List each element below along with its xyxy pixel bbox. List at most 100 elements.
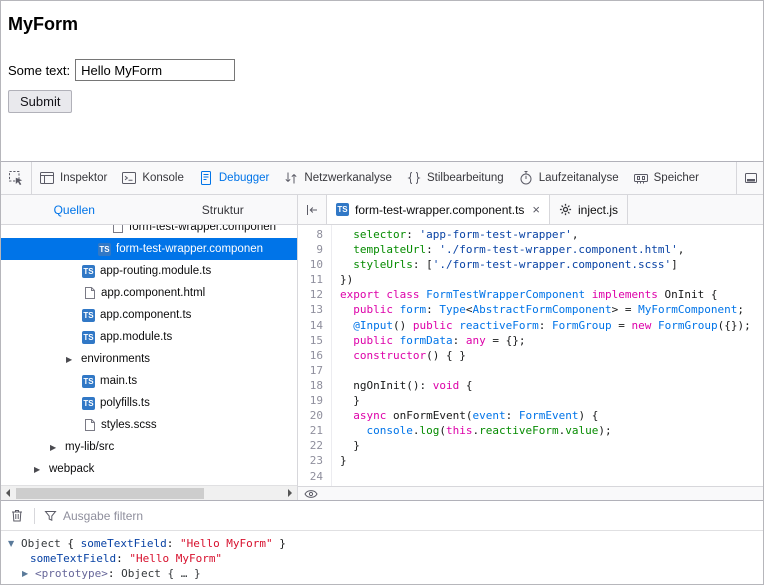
code-token xyxy=(585,288,592,301)
scrollbar-thumb[interactable] xyxy=(16,488,204,499)
console-token: { xyxy=(67,537,80,550)
tree-item-1[interactable]: TSform-test-wrapper.componen xyxy=(0,238,297,260)
console-token: someTextField xyxy=(81,537,167,550)
code-token: : xyxy=(406,228,419,241)
line-number[interactable]: 19 xyxy=(298,393,323,408)
code-token: } xyxy=(340,394,360,407)
devtools-tab-laufzeitanalyse[interactable]: Laufzeitanalyse xyxy=(511,162,626,194)
code-line: } xyxy=(340,453,764,468)
chevron-right-icon: ▶ xyxy=(66,355,76,364)
code-gutter: 89101112131415161718192021222324 xyxy=(298,225,332,486)
source-tab[interactable]: TSform-test-wrapper.component.ts× xyxy=(326,195,550,224)
console-output: ▼Object { someTextField: "Hello MyForm" … xyxy=(0,531,764,585)
devtools-tab-konsole[interactable]: Konsole xyxy=(114,162,191,194)
source-tab-label: form-test-wrapper.component.ts xyxy=(355,203,524,217)
tree-item-3[interactable]: app.component.html xyxy=(0,282,297,304)
source-tab[interactable]: inject.js xyxy=(550,195,628,224)
code-token: new xyxy=(631,319,651,332)
devtools-tab-netzwerkanalyse[interactable]: Netzwerkanalyse xyxy=(276,162,399,194)
code-token: async xyxy=(353,409,386,422)
chevron-right-icon: ▶ xyxy=(50,443,60,452)
scrollbar-track[interactable] xyxy=(15,486,282,500)
line-number[interactable]: 24 xyxy=(298,469,323,484)
code-token: = {}; xyxy=(486,334,526,347)
line-number[interactable]: 13 xyxy=(298,302,323,317)
line-number[interactable]: 15 xyxy=(298,333,323,348)
code-token: : [ xyxy=(413,258,433,271)
code-token xyxy=(340,334,353,347)
scroll-right-button[interactable] xyxy=(282,486,297,500)
dock-side-button[interactable] xyxy=(736,162,764,194)
editor: TSform-test-wrapper.component.ts×inject.… xyxy=(298,195,764,500)
blackbox-toggle-button[interactable] xyxy=(304,489,318,499)
code-token: Type xyxy=(439,303,466,316)
tree-horizontal-scrollbar[interactable] xyxy=(0,485,297,500)
code-token: './form-test-wrapper.component.scss' xyxy=(433,258,671,271)
code-line: ngOnInit(): void { xyxy=(340,378,764,393)
code-token xyxy=(340,258,353,271)
console-token: Object { … } xyxy=(121,567,200,580)
code-token: { xyxy=(459,379,472,392)
console-row-0[interactable]: ▼Object { someTextField: "Hello MyForm" … xyxy=(0,536,764,551)
tree-item-9[interactable]: styles.scss xyxy=(0,414,297,436)
close-tab-icon[interactable]: × xyxy=(532,202,540,217)
tree-item-0[interactable]: form-test-wrapper.componen xyxy=(0,225,297,238)
debugger-icon xyxy=(198,170,214,186)
tree-item-8[interactable]: TSpolyfills.ts xyxy=(0,392,297,414)
devtools-tab-inspektor[interactable]: Inspektor xyxy=(32,162,114,194)
line-number[interactable]: 20 xyxy=(298,408,323,423)
code-token: } xyxy=(340,439,360,452)
tree-item-7[interactable]: TSmain.ts xyxy=(0,370,297,392)
panel-tab-struktur[interactable]: Struktur xyxy=(149,195,298,224)
code-token xyxy=(393,303,400,316)
submit-button[interactable]: Submit xyxy=(8,90,72,113)
line-number[interactable]: 16 xyxy=(298,348,323,363)
code-line: selector: 'app-form-test-wrapper', xyxy=(340,227,764,242)
line-number[interactable]: 12 xyxy=(298,287,323,302)
twisty-expanded-icon[interactable]: ▼ xyxy=(8,539,21,548)
line-number[interactable]: 23 xyxy=(298,453,323,468)
tree-item-10[interactable]: ▶ my-lib/src xyxy=(0,436,297,458)
line-number[interactable]: 21 xyxy=(298,423,323,438)
devtools-tab-stilbearbeitung[interactable]: Stilbearbeitung xyxy=(399,162,511,194)
line-number[interactable]: 17 xyxy=(298,363,323,378)
code-line: public formData: any = {}; xyxy=(340,333,764,348)
line-number[interactable]: 11 xyxy=(298,272,323,287)
panel-tab-quellen[interactable]: Quellen xyxy=(0,195,149,224)
devtools-tab-debugger[interactable]: Debugger xyxy=(191,162,277,194)
tree-item-2[interactable]: TSapp-routing.module.ts xyxy=(0,260,297,282)
devtools-tab-speicher[interactable]: Speicher xyxy=(626,162,706,194)
sources-panel: QuellenStruktur form-test-wrapper.compon… xyxy=(0,195,298,500)
console-row-1: someTextField: "Hello MyForm" xyxy=(0,551,764,566)
code-token: : xyxy=(426,303,439,316)
line-number[interactable]: 14 xyxy=(298,318,323,333)
funnel-icon xyxy=(44,510,57,522)
line-number[interactable]: 9 xyxy=(298,242,323,257)
filter-output-input[interactable] xyxy=(63,509,283,523)
clear-console-button[interactable] xyxy=(0,508,34,523)
some-text-input[interactable] xyxy=(75,59,235,81)
tree-item-label: webpack xyxy=(49,463,94,475)
collapse-sources-button[interactable] xyxy=(298,195,326,224)
line-number[interactable]: 22 xyxy=(298,438,323,453)
tree-item-6[interactable]: ▶environments xyxy=(0,348,297,370)
tree-item-11[interactable]: ▶webpack xyxy=(0,458,297,480)
line-number[interactable]: 10 xyxy=(298,257,323,272)
tree-item-label: styles.scss xyxy=(101,419,157,431)
scroll-left-button[interactable] xyxy=(0,486,15,500)
console-row-2[interactable]: ▶<prototype>: Object { … } xyxy=(0,566,764,581)
line-number[interactable]: 8 xyxy=(298,227,323,242)
tree-item-label: my-lib/src xyxy=(65,441,114,453)
code-token: class xyxy=(386,288,419,301)
debugger-panel: QuellenStruktur form-test-wrapper.compon… xyxy=(0,195,764,500)
twisty-collapsed-icon[interactable]: ▶ xyxy=(22,569,35,578)
tree-item-4[interactable]: TSapp.component.ts xyxy=(0,304,297,326)
code-lines: selector: 'app-form-test-wrapper', templ… xyxy=(332,225,764,486)
tree-item-5[interactable]: TSapp.module.ts xyxy=(0,326,297,348)
line-number[interactable]: 18 xyxy=(298,378,323,393)
element-picker-button[interactable] xyxy=(0,162,32,194)
file-icon xyxy=(112,225,124,234)
code-editor[interactable]: 89101112131415161718192021222324 selecto… xyxy=(298,225,764,486)
code-token xyxy=(393,334,400,347)
code-token: FormGroup xyxy=(552,319,612,332)
